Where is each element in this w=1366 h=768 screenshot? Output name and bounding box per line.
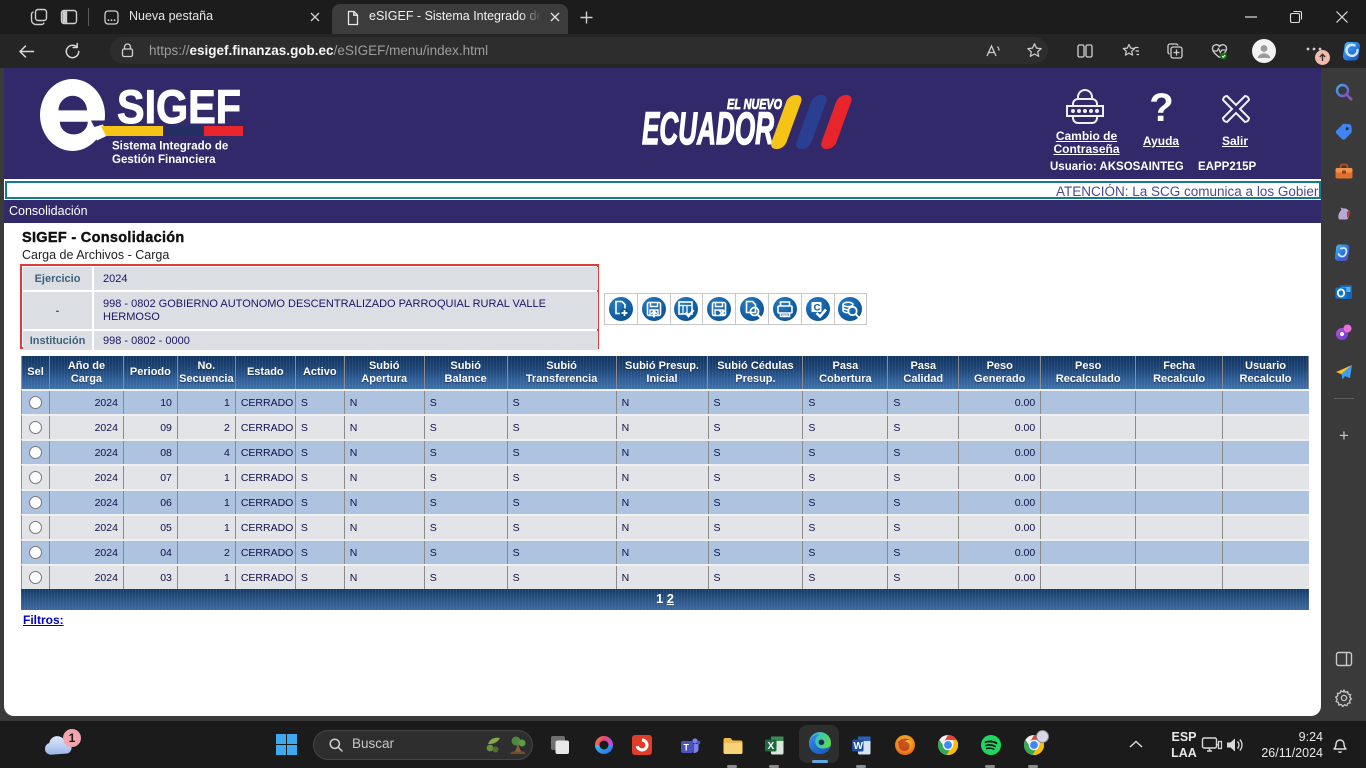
svg-text:Sistema Integrado de: Sistema Integrado de: [112, 141, 228, 153]
svg-text:SIGEF: SIGEF: [117, 80, 241, 133]
svg-text:T: T: [684, 743, 690, 753]
svg-text:W: W: [854, 741, 864, 752]
svg-text:ECUADOR: ECUADOR: [642, 103, 774, 150]
svg-text:Gestión Financiera: Gestión Financiera: [112, 154, 216, 166]
svg-text:C: C: [813, 303, 820, 314]
svg-text:X: X: [768, 741, 775, 752]
